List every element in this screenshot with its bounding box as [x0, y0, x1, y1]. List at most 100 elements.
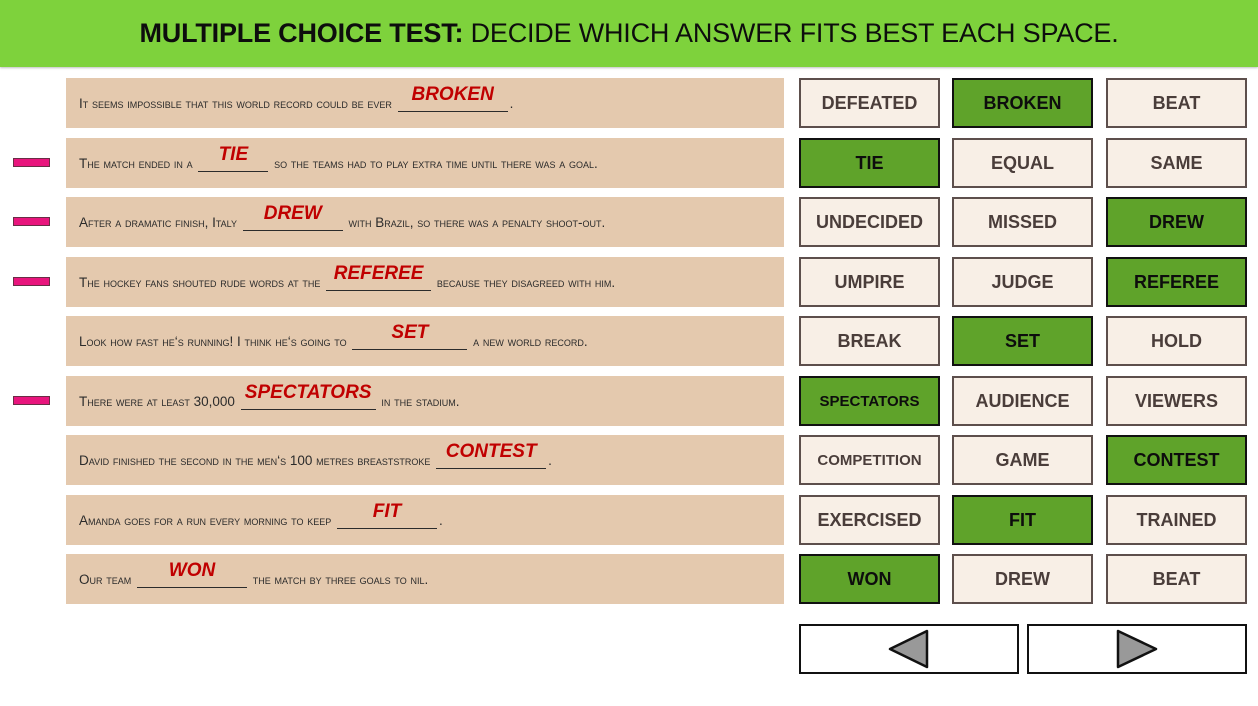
header-banner: MULTIPLE CHOICE TEST: DECIDE WHICH ANSWE…	[0, 0, 1258, 67]
question-row: There were at least 30,000 SPECTATORS in…	[66, 376, 784, 426]
answer-option-label: JUDGE	[991, 271, 1054, 292]
answer-blank[interactable]: TIE	[198, 145, 269, 172]
answer-option[interactable]: TRAINED	[1106, 495, 1247, 545]
next-button[interactable]	[1027, 624, 1247, 674]
filled-answer: BROKEN	[411, 84, 494, 105]
answer-blank[interactable]: WON	[137, 561, 248, 588]
question-text-before: Look how fast he‘s running! I think he‘s…	[79, 333, 351, 349]
question-row: Look how fast he‘s running! I think he‘s…	[66, 316, 784, 366]
answer-option-label: DREW	[995, 568, 1050, 589]
answer-option[interactable]: BREAK	[799, 316, 940, 366]
answer-option[interactable]: EXERCISED	[799, 495, 940, 545]
title-rest: DECIDE WHICH ANSWER FITS BEST EACH SPACE…	[463, 18, 1119, 48]
answer-option[interactable]: COMPETITION	[799, 435, 940, 485]
answer-option-label: SPECTATORS	[819, 392, 920, 410]
answer-option[interactable]: AUDIENCE	[952, 376, 1093, 426]
filled-answer: REFEREE	[333, 263, 424, 284]
answer-option-label: CONTEST	[1133, 449, 1220, 470]
answer-option-label: REFEREE	[1133, 271, 1220, 292]
answer-option-label: WON	[847, 568, 892, 589]
answer-option-label: VIEWERS	[1134, 390, 1218, 411]
answer-option[interactable]: FIT	[952, 495, 1093, 545]
answer-option[interactable]: UMPIRE	[799, 257, 940, 307]
answer-option[interactable]: DREW	[1106, 197, 1247, 247]
answer-option[interactable]: DEFEATED	[799, 78, 940, 128]
answer-option[interactable]: VIEWERS	[1106, 376, 1247, 426]
answer-option-label: SAME	[1150, 152, 1203, 173]
answer-option[interactable]: GAME	[952, 435, 1093, 485]
triangle-right-icon	[1116, 629, 1158, 669]
answer-option[interactable]: TIE	[799, 138, 940, 188]
page-title: MULTIPLE CHOICE TEST: DECIDE WHICH ANSWE…	[140, 18, 1119, 49]
question-text-after: with Brazil, so there was a penalty shoo…	[344, 214, 606, 230]
answer-option[interactable]: DREW	[952, 554, 1093, 604]
question-row: The hockey fans shouted rude words at th…	[66, 257, 784, 307]
answer-option[interactable]: JUDGE	[952, 257, 1093, 307]
answer-option-label: FIT	[1009, 509, 1036, 530]
answer-option-label: EQUAL	[991, 152, 1054, 173]
filled-answer: SET	[391, 322, 429, 343]
filled-answer: DREW	[263, 203, 322, 224]
question-marker	[13, 217, 50, 226]
answer-option-label: BEAT	[1152, 92, 1201, 113]
answer-blank[interactable]: DREW	[242, 204, 343, 231]
answer-blank[interactable]: SPECTATORS	[240, 383, 376, 410]
answer-option[interactable]: REFEREE	[1106, 257, 1247, 307]
answer-blank[interactable]: FIT	[336, 502, 437, 529]
question-text-after: so the teams had to play extra time unti…	[270, 155, 598, 171]
answer-option[interactable]: HOLD	[1106, 316, 1247, 366]
question-row: It seems impossible that this world reco…	[66, 78, 784, 128]
question-marker	[13, 158, 50, 167]
answer-option-label: TRAINED	[1136, 509, 1217, 530]
answer-option[interactable]: UNDECIDED	[799, 197, 940, 247]
answer-option-label: HOLD	[1151, 330, 1202, 351]
question-row: David finished the second in the men‘s 1…	[66, 435, 784, 485]
question-row: Our team WON the match by three goals to…	[66, 554, 784, 604]
answer-option-label: MISSED	[987, 211, 1057, 232]
filled-answer: CONTEST	[445, 441, 537, 462]
question-text-before: Our team	[79, 571, 136, 587]
filled-answer: WON	[168, 560, 216, 581]
answer-option[interactable]: SET	[952, 316, 1093, 366]
answer-option[interactable]: EQUAL	[952, 138, 1093, 188]
question-text-after: .	[548, 452, 552, 468]
previous-button[interactable]	[799, 624, 1019, 674]
answer-option-label: DREW	[1149, 211, 1204, 232]
question-text-before: It seems impossible that this world reco…	[79, 95, 396, 111]
answer-blank[interactable]: CONTEST	[436, 442, 547, 469]
answer-option-label: DEFEATED	[821, 92, 918, 113]
question-text-before: After a dramatic finish, Italy	[79, 214, 241, 230]
question-row: The match ended in a TIE so the teams ha…	[66, 138, 784, 188]
answer-option[interactable]: SPECTATORS	[799, 376, 940, 426]
question-text-after: .	[509, 95, 514, 111]
question-row: After a dramatic finish, Italy DREW with…	[66, 197, 784, 247]
answer-blank[interactable]: SET	[352, 323, 468, 350]
answer-blank[interactable]: REFEREE	[326, 264, 432, 291]
answer-option-label: GAME	[995, 449, 1050, 470]
question-marker	[13, 396, 50, 405]
answer-option-label: BEAT	[1152, 568, 1201, 589]
question-text-before: Amanda goes for a run every morning to k…	[79, 512, 335, 528]
question-text-before: David finished the second in the men‘s 1…	[79, 452, 435, 468]
triangle-left-icon	[888, 629, 929, 669]
answer-blank[interactable]: BROKEN	[397, 85, 508, 112]
question-marker	[13, 277, 50, 286]
question-text-after: .	[438, 512, 443, 528]
question-text-after: because they disagreed with him.	[433, 274, 616, 290]
question-text-before: The hockey fans shouted rude words at th…	[79, 274, 325, 290]
answer-option[interactable]: BROKEN	[952, 78, 1093, 128]
answer-option[interactable]: BEAT	[1106, 78, 1247, 128]
question-text-before: The match ended in a	[79, 155, 197, 171]
answer-option-label: AUDIENCE	[975, 390, 1070, 411]
answer-option-label: COMPETITION	[817, 451, 922, 469]
answer-option-label: SET	[1004, 330, 1040, 351]
answer-option[interactable]: CONTEST	[1106, 435, 1247, 485]
question-text-after: a new world record.	[469, 333, 588, 349]
answer-option[interactable]: MISSED	[952, 197, 1093, 247]
question-text-after: the match by three goals to nil.	[249, 571, 429, 587]
answer-option[interactable]: BEAT	[1106, 554, 1247, 604]
question-text-before: There were at least 30,000	[79, 393, 239, 409]
question-text-after: in the stadium.	[377, 393, 460, 409]
answer-option[interactable]: SAME	[1106, 138, 1247, 188]
answer-option[interactable]: WON	[799, 554, 940, 604]
